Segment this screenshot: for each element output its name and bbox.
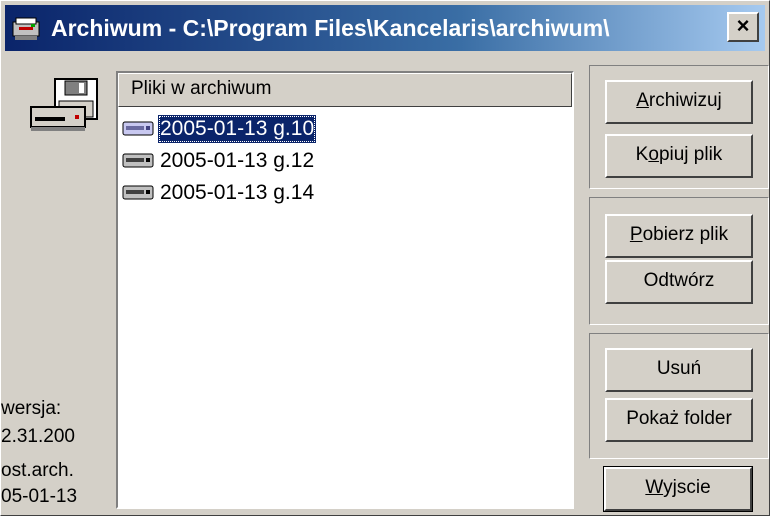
restore-button[interactable]: Odtwórz	[605, 260, 753, 304]
last-archive-label: ost.arch.	[1, 460, 74, 481]
download-file-button[interactable]: Pobierz plik	[605, 214, 753, 258]
archive-file-icon	[122, 153, 154, 168]
restore-button-group: Pobierz plik Odtwórz	[589, 197, 769, 325]
archive-button-group: Archiwizuj Kopiuj plik	[589, 65, 769, 189]
list-item[interactable]: 2005-01-13 g.12	[122, 145, 316, 177]
list-item[interactable]: 2005-01-13 g.10	[122, 113, 317, 145]
version-value: 2.31.200	[1, 426, 75, 447]
list-item-label: 2005-01-13 g.12	[160, 149, 315, 172]
list-column-header[interactable]: Pliki w archiwum	[118, 73, 572, 107]
list-item[interactable]: 2005-01-13 g.14	[122, 177, 316, 209]
archive-file-icon	[122, 121, 154, 136]
close-button[interactable]: ×	[727, 12, 759, 42]
list-item-label: 2005-01-13 g.14	[160, 181, 315, 204]
archive-file-icon	[122, 185, 154, 200]
archive-file-list[interactable]: Pliki w archiwum 2005-01-13 g.10 2005-01…	[116, 71, 574, 509]
archive-button[interactable]: Archiwizuj	[605, 80, 753, 124]
show-folder-button[interactable]: Pokaż folder	[605, 398, 753, 442]
delete-button[interactable]: Usuń	[605, 348, 753, 392]
save-disk-icon	[30, 78, 98, 131]
manage-button-group: Usuń Pokaż folder	[589, 333, 769, 459]
title-bar[interactable]: Archiwum - C:\Program Files\Kancelaris\a…	[5, 5, 765, 51]
window-title: Archiwum - C:\Program Files\Kancelaris\a…	[51, 15, 610, 41]
version-label: wersja:	[1, 398, 62, 419]
archive-app-icon	[12, 17, 40, 40]
copy-file-button[interactable]: Kopiuj plik	[605, 134, 753, 178]
exit-button[interactable]: Wyjscie	[603, 466, 753, 512]
list-item-label: 2005-01-13 g.10	[158, 115, 317, 143]
last-archive-value: 05-01-13	[1, 486, 78, 507]
archive-window: Archiwum - C:\Program Files\Kancelaris\a…	[0, 0, 770, 516]
